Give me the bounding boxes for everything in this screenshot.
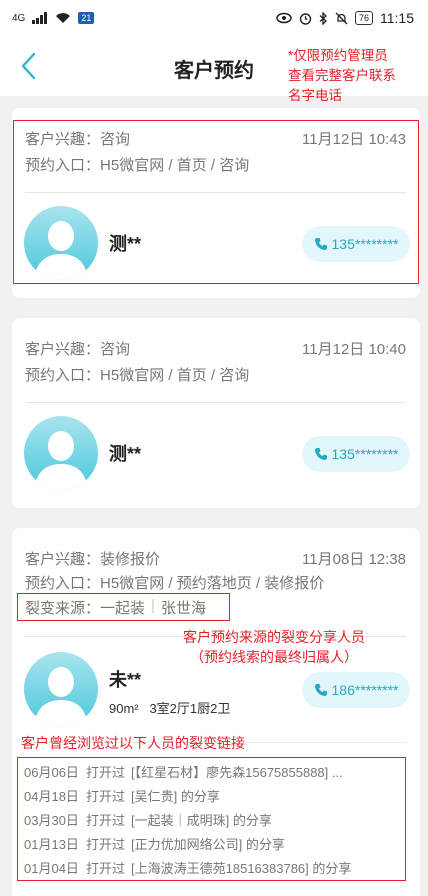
status-left: 4G 21 bbox=[12, 12, 95, 24]
user-silhouette-icon bbox=[34, 431, 88, 490]
alarm-icon bbox=[299, 12, 312, 25]
interest-label: 客户兴趣： bbox=[25, 341, 101, 358]
source-note: 客户预约来源的裂变分享人员 （预约线索的最终归属人） bbox=[158, 627, 390, 667]
phone-icon bbox=[314, 684, 327, 696]
entry-value: H5微官网 / 预约落地页 / 装修报价 bbox=[100, 575, 325, 592]
interest-label: 客户兴趣： bbox=[25, 551, 101, 568]
notification-badge: 21 bbox=[78, 12, 95, 24]
admin-note-line: *仅限预约管理员 bbox=[288, 48, 388, 63]
phone-number: 135******** bbox=[331, 446, 399, 462]
source-note-line: 客户预约来源的裂变分享人员 bbox=[183, 629, 365, 645]
appointment-card[interactable]: 客户兴趣：咨询 11月12日 10:40 预约入口：H5微官网 / 首页 / 咨… bbox=[12, 318, 420, 508]
status-right: 76 11:15 bbox=[276, 10, 414, 26]
avatar bbox=[24, 652, 98, 726]
highlight-box bbox=[13, 120, 419, 284]
avatar bbox=[24, 416, 98, 490]
user-silhouette-icon bbox=[34, 667, 88, 726]
eye-icon bbox=[276, 12, 292, 24]
appointment-datetime: 11月12日 10:40 bbox=[302, 341, 406, 358]
highlight-box bbox=[17, 593, 230, 621]
highlight-box bbox=[17, 757, 406, 881]
customer-name: 测** bbox=[109, 444, 142, 464]
clock: 11:15 bbox=[380, 10, 414, 26]
admin-note-line: 名字电话 bbox=[288, 88, 342, 103]
wifi-icon bbox=[56, 13, 71, 23]
appointment-datetime: 11月08日 12:38 bbox=[302, 551, 406, 568]
divider bbox=[25, 402, 406, 403]
interest-row: 客户兴趣：装修报价 11月08日 12:38 bbox=[25, 548, 406, 569]
source-note-line: （预约线索的最终归属人） bbox=[190, 649, 358, 665]
entry-row: 预约入口：H5微官网 / 预约落地页 / 装修报价 bbox=[25, 572, 406, 593]
admin-note: *仅限预约管理员 查看完整客户联系 名字电话 bbox=[288, 46, 396, 106]
phone-icon bbox=[314, 448, 327, 460]
battery-indicator: 76 bbox=[354, 11, 373, 25]
phone-number: 186******** bbox=[331, 682, 399, 698]
call-phone-button[interactable]: 135******** bbox=[302, 436, 410, 472]
interest-value: 咨询 bbox=[100, 341, 131, 358]
entry-label: 预约入口： bbox=[25, 367, 101, 384]
admin-note-line: 查看完整客户联系 bbox=[288, 68, 396, 83]
signal-icon bbox=[32, 12, 48, 24]
entry-row: 预约入口：H5微官网 / 首页 / 咨询 bbox=[25, 364, 406, 385]
entry-value: H5微官网 / 首页 / 咨询 bbox=[100, 367, 250, 384]
house-details: 90m² 3室2厅1厨2卫 bbox=[109, 701, 231, 716]
interest-row: 客户兴趣：咨询 11月12日 10:40 bbox=[25, 338, 406, 359]
trail-note: 客户曾经浏览过以下人员的裂变链接 bbox=[21, 735, 245, 751]
customer-name: 未** bbox=[109, 670, 142, 690]
network-type: 4G bbox=[12, 12, 26, 24]
bluetooth-icon bbox=[319, 11, 327, 25]
interest-value: 装修报价 bbox=[100, 551, 161, 568]
call-phone-button[interactable]: 186******** bbox=[302, 672, 410, 708]
entry-label: 预约入口： bbox=[25, 575, 101, 592]
status-bar: 4G 21 76 11:15 bbox=[0, 0, 428, 36]
mute-bell-icon bbox=[335, 12, 348, 24]
